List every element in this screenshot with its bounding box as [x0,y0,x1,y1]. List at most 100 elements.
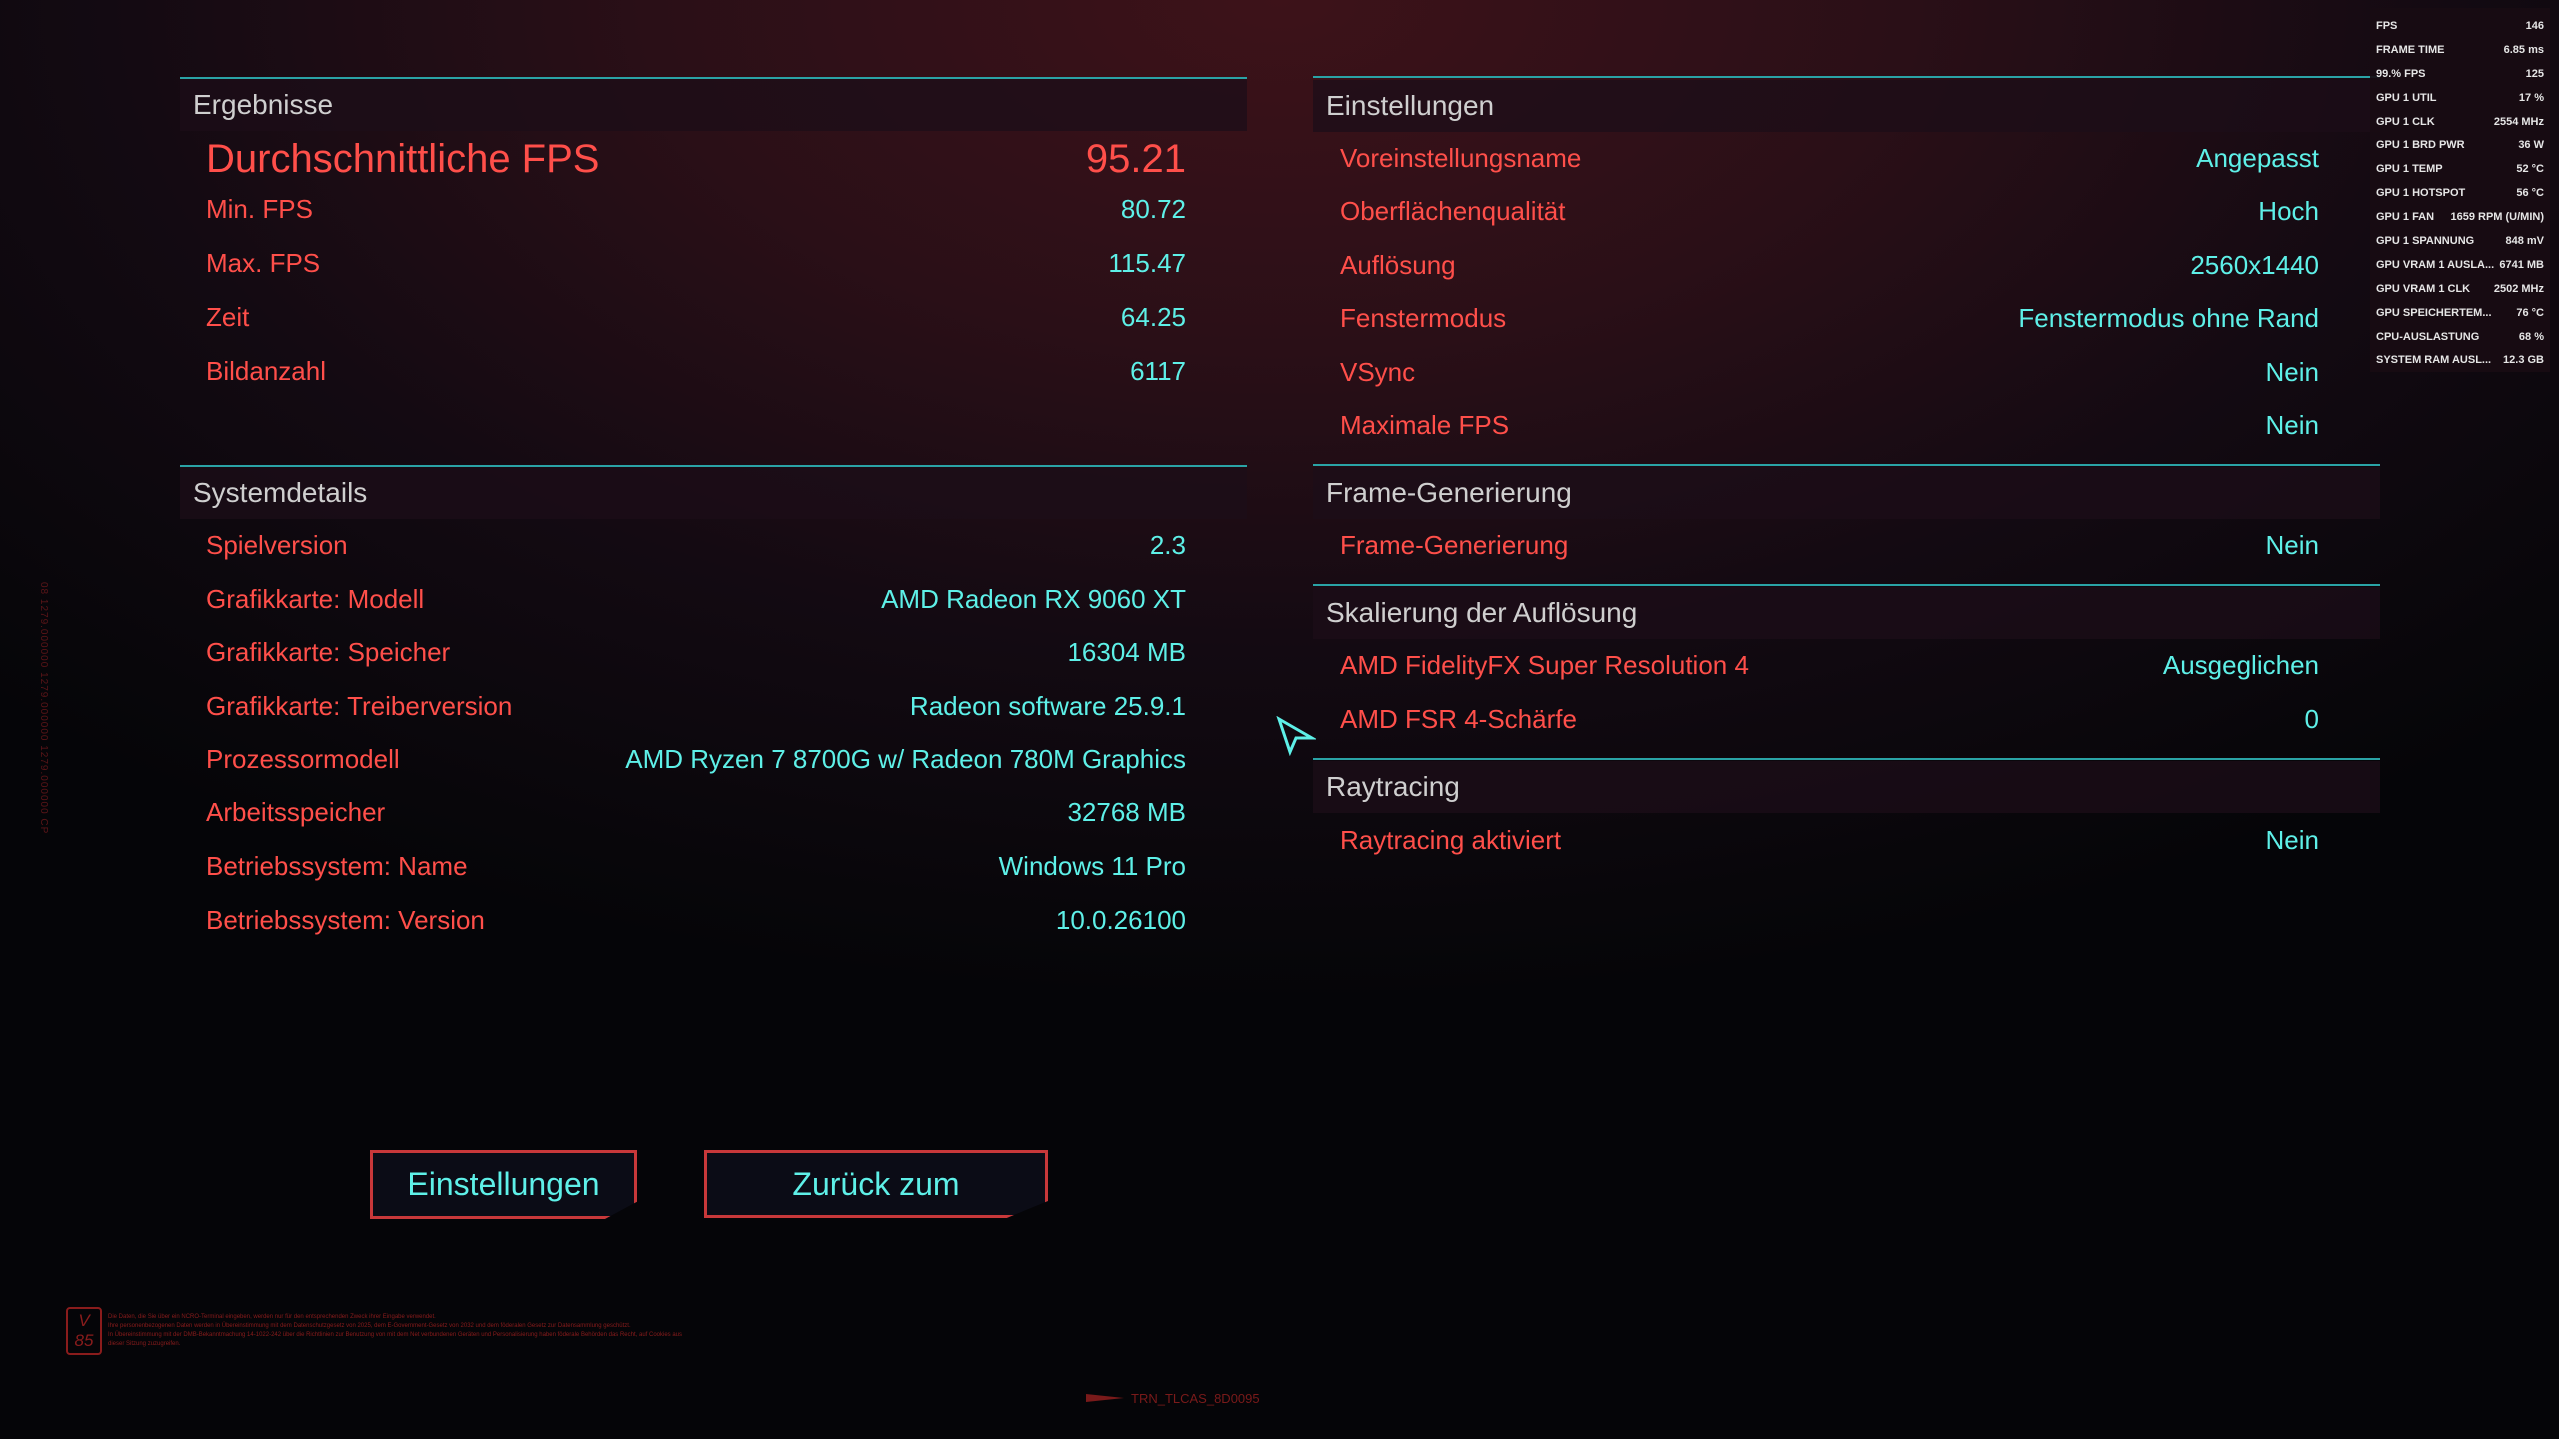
system-row: Prozessormodell AMD Ryzen 7 8700G w/ Rade… [206,739,1186,779]
metric-name: GPU VRAM 1 CLK [2376,282,2471,295]
metric-value: 68 % [2518,330,2544,343]
row-value: Windows 11 Pro [998,851,1186,881]
raytracing-divider [1313,758,2380,760]
metric-value: 36 W [2518,139,2544,152]
row-label: Auflösung [1340,250,1456,280]
row-label: Grafikkarte: Speicher [206,637,451,667]
version-badge-text: V 85 [74,1311,94,1350]
metric-name: GPU 1 CLK [2376,115,2435,128]
row-value: Nein [2265,530,2319,560]
row-label: Prozessormodell [206,744,400,774]
row-value: Ausgeglichen [2162,650,2319,680]
system-row: Spielversion 2.3 [206,525,1186,565]
results-row: Zeit 64.25 [206,297,1186,337]
row-value: Nein [2265,357,2319,387]
scaling-header: Skalierung der Auflösung [1313,587,2380,639]
overlay-metric: GPU 1 HOTSPOT 56 °C [2376,181,2544,205]
row-label: Spielversion [206,530,348,560]
settings-button[interactable]: Einstellungen [370,1150,637,1219]
row-value: 10.0.26100 [1055,905,1186,935]
row-label: Voreinstellungsname [1340,143,1582,173]
overlay-metric: FPS 146 [2376,14,2544,38]
row-label: Grafikkarte: Modell [206,584,425,614]
metric-name: GPU 1 BRD PWR [2376,139,2465,152]
metric-value: 76 °C [2516,306,2544,319]
scaling-divider [1313,584,2380,586]
metric-name: 99.% FPS [2376,67,2426,80]
metric-value: 2554 MHz [2493,115,2544,128]
row-label: Grafikkarte: Treiberversion [206,691,513,721]
settings-row: Fenstermodus Fenstermodus ohne Rand [1340,298,2319,338]
metric-name: GPU 1 TEMP [2376,163,2443,176]
metric-value: 6.85 ms [2503,43,2544,56]
row-label: Arbeitsspeicher [206,797,386,827]
overlay-metric: GPU 1 BRD PWR 36 W [2376,133,2544,157]
row-label: AMD FidelityFX Super Resolution 4 [1340,650,1749,680]
metric-value: 56 °C [2516,187,2544,200]
settings-divider [1313,76,2380,78]
row-label: Bildanzahl [206,356,326,386]
row-value: 2.3 [1149,530,1186,560]
results-row: Bildanzahl 6117 [206,351,1186,391]
metric-value: 12.3 GB [2503,354,2544,367]
row-label: Betriebssystem: Version [206,905,485,935]
mouse-cursor-icon [1276,716,1316,756]
results-header: Ergebnisse [180,79,1247,131]
row-value: 0 [2304,704,2319,734]
metric-name: GPU 1 SPANNUNG [2376,234,2475,247]
results-row: Min. FPS 80.72 [206,189,1186,229]
system-row: Arbeitsspeicher 32768 MB [206,792,1186,832]
row-label: AMD FSR 4-Schärfe [1340,704,1577,734]
legal-line: In Übereinstimmung mit der DMB-Bekanntma… [108,1332,683,1338]
overlay-metric: CPU-AUSLASTUNG 68 % [2376,325,2544,349]
row-value: Nein [2265,410,2319,440]
row-label: VSync [1340,357,1416,387]
system-header: Systemdetails [180,467,1247,519]
framegen-row: Frame-Generierung Nein [1340,525,2319,565]
settings-row: Oberflächenqualität Hoch [1340,191,2319,231]
raytracing-header: Raytracing [1313,761,2380,813]
metric-name: GPU 1 FAN [2376,211,2435,224]
row-label: Raytracing aktiviert [1340,825,1562,855]
metric-name: GPU SPEICHERTEM... [2376,306,2492,319]
row-value: Hoch [2258,196,2319,226]
raytracing-row: Raytracing aktiviert Nein [1340,820,2319,860]
system-row: Grafikkarte: Modell AMD Radeon RX 9060 XT [206,579,1186,619]
overlay-metric: GPU VRAM 1 AUSLA... 6741 MB [2376,253,2544,277]
settings-row: Maximale FPS Nein [1340,405,2319,445]
overlay-metric: GPU 1 TEMP 52 °C [2376,157,2544,181]
metric-name: GPU 1 UTIL [2376,91,2437,104]
row-value: 64.25 [1120,302,1186,332]
metric-name: FPS [2376,19,2398,32]
row-label: Oberflächenqualität [1340,196,1566,226]
overlay-metric: GPU 1 CLK 2554 MHz [2376,110,2544,134]
overlay-metric: SYSTEM RAM AUSL... 12.3 GB [2376,348,2544,372]
metric-value: 146 [2525,19,2544,32]
overlay-metric: GPU SPEICHERTEM... 76 °C [2376,301,2544,325]
row-label: Betriebssystem: Name [206,851,468,881]
metric-value: 2502 MHz [2493,282,2544,295]
overlay-metric: GPU 1 UTIL 17 % [2376,86,2544,110]
row-value: 80.72 [1120,194,1186,224]
metric-value: 6741 MB [2499,258,2544,271]
system-row: Grafikkarte: Treiberversion Radeon softwa… [206,686,1186,726]
row-label: Fenstermodus [1340,303,1507,333]
scaling-row: AMD FSR 4-Schärfe 0 [1340,699,2319,739]
overlay-metric: GPU 1 SPANNUNG 848 mV [2376,229,2544,253]
system-row: Betriebssystem: Name Windows 11 Pro [206,846,1186,886]
framegen-divider [1313,464,2380,466]
back-to-main-menu-button[interactable]: Zurück zum Hauptmenü [704,1150,1048,1218]
row-label: Maximale FPS [1340,410,1510,440]
overlay-metric: FRAME TIME 6.85 ms [2376,38,2544,62]
row-value: AMD Ryzen 7 8700G w/ Radeon 780M Graphic… [625,744,1186,774]
metric-name: CPU-AUSLASTUNG [2376,330,2480,343]
overlay-metric: 99.% FPS 125 [2376,62,2544,86]
row-value: Fenstermodus ohne Rand [2018,303,2319,333]
framegen-header: Frame-Generierung [1313,467,2380,519]
row-value: AMD Radeon RX 9060 XT [881,584,1186,614]
overlay-metric: GPU VRAM 1 CLK 2502 MHz [2376,277,2544,301]
row-label: Zeit [206,302,250,332]
session-code: TRN_TLCAS_8D0095 [1131,1391,1260,1406]
metric-value: 17 % [2518,91,2544,104]
row-value: 16304 MB [1067,637,1186,667]
